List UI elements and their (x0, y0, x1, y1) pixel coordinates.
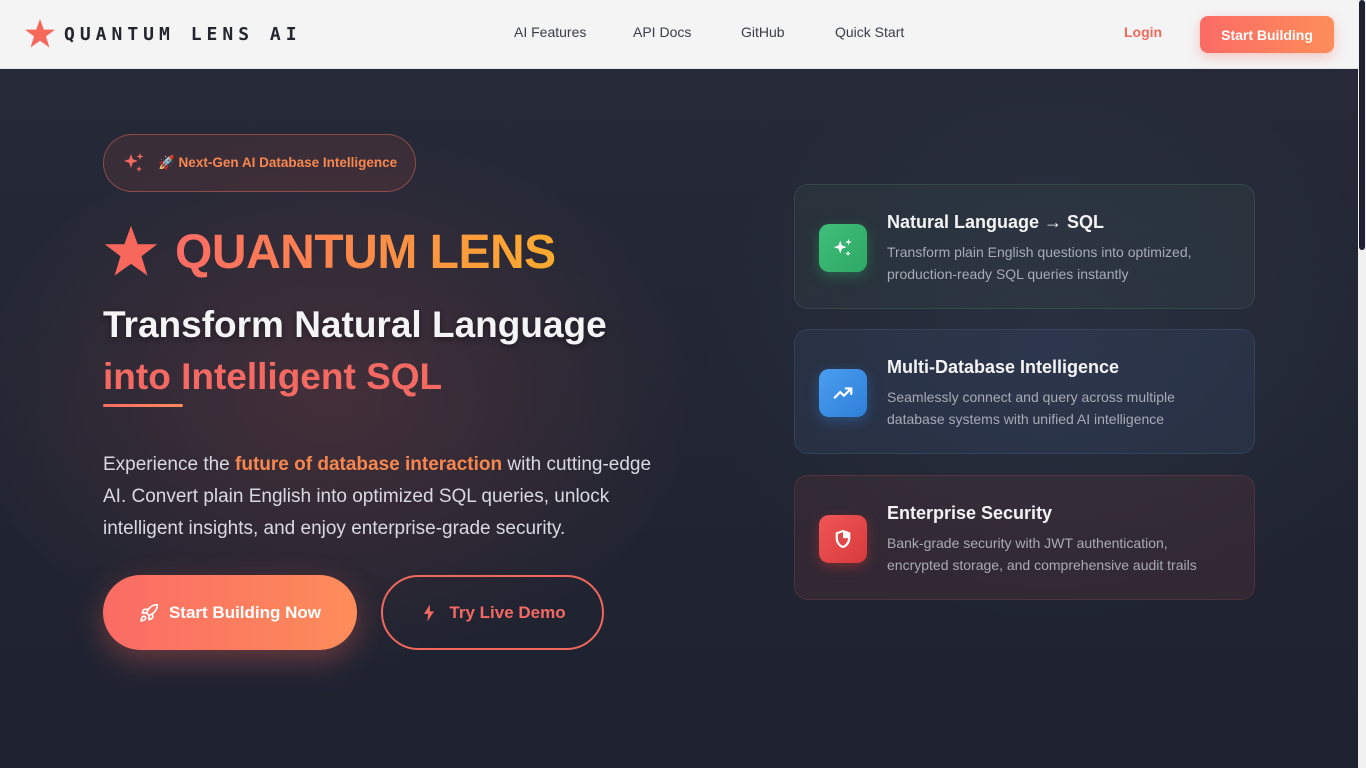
navbar: QUANTUM LENS AI AI Features API Docs Git… (0, 0, 1358, 69)
secondary-button-label: Try Live Demo (449, 602, 566, 622)
hero-title-row: QUANTUM LENS (103, 224, 556, 280)
feature-title: Natural Language → SQL (887, 212, 1105, 232)
headline-underline (103, 404, 183, 407)
primary-button-label: Start Building Now (168, 602, 322, 622)
headline-line-1: Transform Natural Language (103, 304, 607, 345)
login-link[interactable]: Login (1124, 24, 1162, 40)
feature-card-enterprise-security: Enterprise Security Bank-grade security … (794, 475, 1255, 600)
description-highlight: future of database interaction (235, 454, 503, 475)
feature-title: Enterprise Security (887, 503, 1053, 523)
announcement-badge: 🚀 Next-Gen AI Database Intelligence (103, 134, 416, 192)
hero-description: Experience the future of database intera… (103, 449, 663, 545)
feature-title: Multi-Database Intelligence (887, 357, 1120, 377)
start-building-button[interactable]: Start Building (1200, 16, 1334, 53)
description-text-start: Experience the (103, 454, 236, 475)
feature-card-nl-to-sql: Natural Language → SQL Transform plain E… (794, 184, 1255, 309)
brand-name: QUANTUM LENS AI (64, 23, 302, 45)
hero-section: 🚀 Next-Gen AI Database Intelligence QUAN… (0, 69, 1358, 768)
lightning-icon (424, 604, 435, 621)
shield-icon (819, 515, 867, 563)
headline-line-2: into Intelligent SQL (103, 356, 443, 397)
star-icon (104, 225, 158, 276)
sparkles-icon (819, 224, 867, 272)
nav-link-quick-start[interactable]: Quick Start (835, 24, 904, 40)
feature-description: Transform plain English questions into o… (887, 244, 1192, 282)
try-live-demo-button[interactable]: Try Live Demo (381, 575, 604, 650)
trending-up-icon (819, 369, 867, 417)
nav-link-api-docs[interactable]: API Docs (633, 24, 691, 40)
star-logo-icon (25, 19, 55, 48)
hero-title: QUANTUM LENS (175, 225, 556, 279)
feature-description: Seamlessly connect and query across mult… (887, 389, 1175, 427)
start-building-now-button[interactable]: Start Building Now (103, 575, 357, 650)
feature-description: Bank-grade security with JWT authenticat… (887, 535, 1197, 573)
scrollbar-thumb[interactable] (1359, 0, 1365, 250)
nav-link-github[interactable]: GitHub (741, 24, 785, 40)
sparkles-icon (124, 153, 144, 172)
rocket-icon (140, 603, 159, 622)
feature-card-multi-database: Multi-Database Intelligence Seamlessly c… (794, 329, 1255, 454)
page-scrollbar[interactable] (1358, 0, 1366, 768)
nav-link-ai-features[interactable]: AI Features (514, 24, 586, 40)
badge-label: 🚀 Next-Gen AI Database Intelligence (158, 155, 398, 170)
brand-logo[interactable]: QUANTUM LENS AI (24, 17, 302, 51)
